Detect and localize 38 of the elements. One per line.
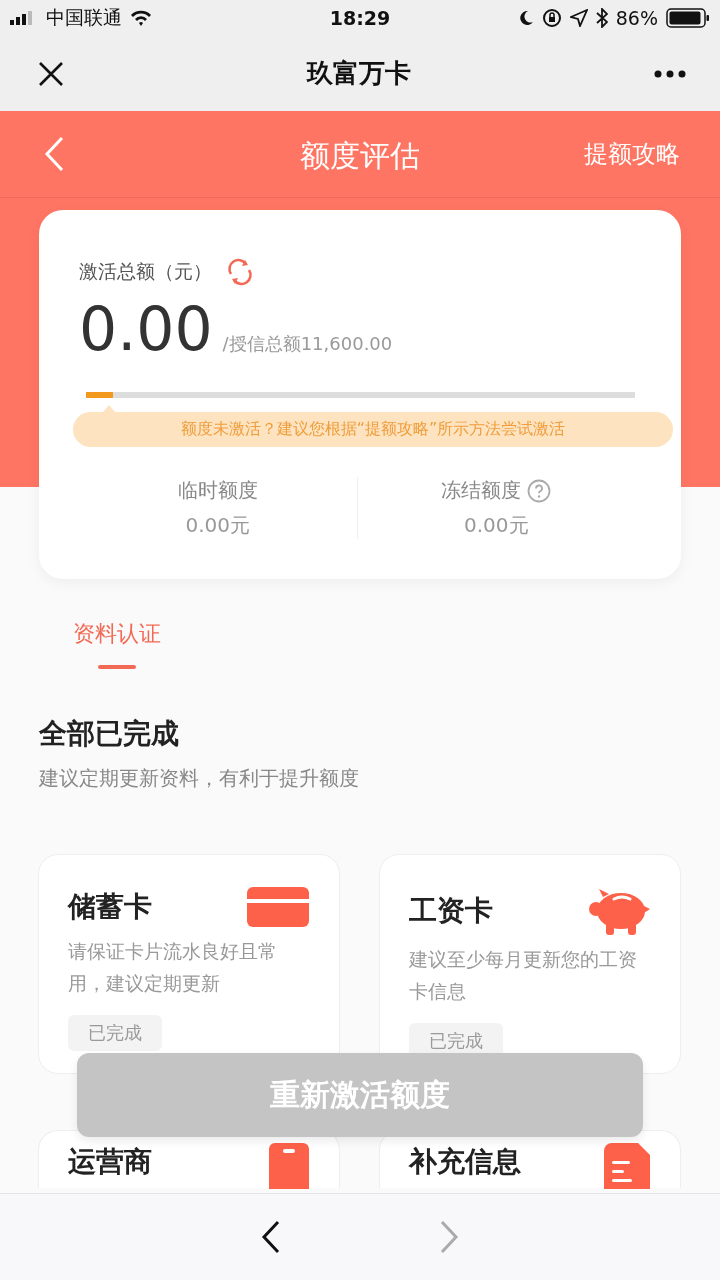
battery-icon — [666, 8, 710, 28]
stat-value: 0.00元 — [185, 512, 250, 539]
info-card[interactable]: 工资卡 建议至少每月更新您的工资卡信息 已完成 — [379, 854, 681, 1074]
piggy-bank-icon — [588, 887, 650, 935]
status-tag: 已完成 — [68, 1015, 162, 1051]
card-title: 储蓄卡 — [68, 889, 152, 925]
card-title: 运营商 — [68, 1144, 152, 1180]
card-description: 请保证卡片流水良好且常用，建议定期更新 — [68, 939, 278, 996]
credit-total: /授信总额11,600.00 — [222, 332, 393, 356]
close-icon — [38, 60, 64, 87]
bluetooth-icon — [595, 8, 608, 28]
section-subtitle: 建议定期更新资料，有利于提升额度 — [39, 765, 360, 792]
page-title: 额度评估 — [300, 138, 420, 173]
window-title: 玖富万卡 — [307, 57, 411, 90]
moon-icon — [517, 10, 534, 26]
more-icon — [654, 69, 686, 78]
section-title: 全部已完成 — [39, 716, 180, 752]
card-icon — [247, 887, 309, 927]
clock-time: 18:29 — [329, 7, 391, 29]
stat-label: 冻结额度 — [441, 477, 522, 504]
stat-label: 临时额度 — [177, 477, 258, 504]
wifi-icon — [130, 10, 152, 26]
card-description: 建议至少每月更新您的工资卡信息 — [409, 947, 638, 1004]
amount-value: 0.00 — [79, 294, 213, 364]
location-icon — [569, 9, 588, 27]
document-icon — [604, 1143, 650, 1189]
card-title: 工资卡 — [409, 893, 493, 929]
rotation-lock-icon — [541, 8, 562, 28]
stat-value: 0.00元 — [464, 512, 529, 539]
total-label: 激活总额（元） — [79, 259, 212, 284]
tip-text: 额度未激活？建议您根据“提额攻略”所示方法尝试激活 — [180, 419, 566, 440]
battery-percent: 86% — [615, 7, 658, 29]
info-card[interactable]: 储蓄卡 请保证卡片流水良好且常用，建议定期更新 已完成 — [38, 854, 340, 1074]
card-title: 补充信息 — [409, 1144, 521, 1180]
carrier-name: 中国联通 — [46, 5, 122, 30]
refresh-icon[interactable] — [226, 258, 254, 286]
back-icon — [44, 136, 64, 172]
phone-icon — [269, 1143, 309, 1189]
